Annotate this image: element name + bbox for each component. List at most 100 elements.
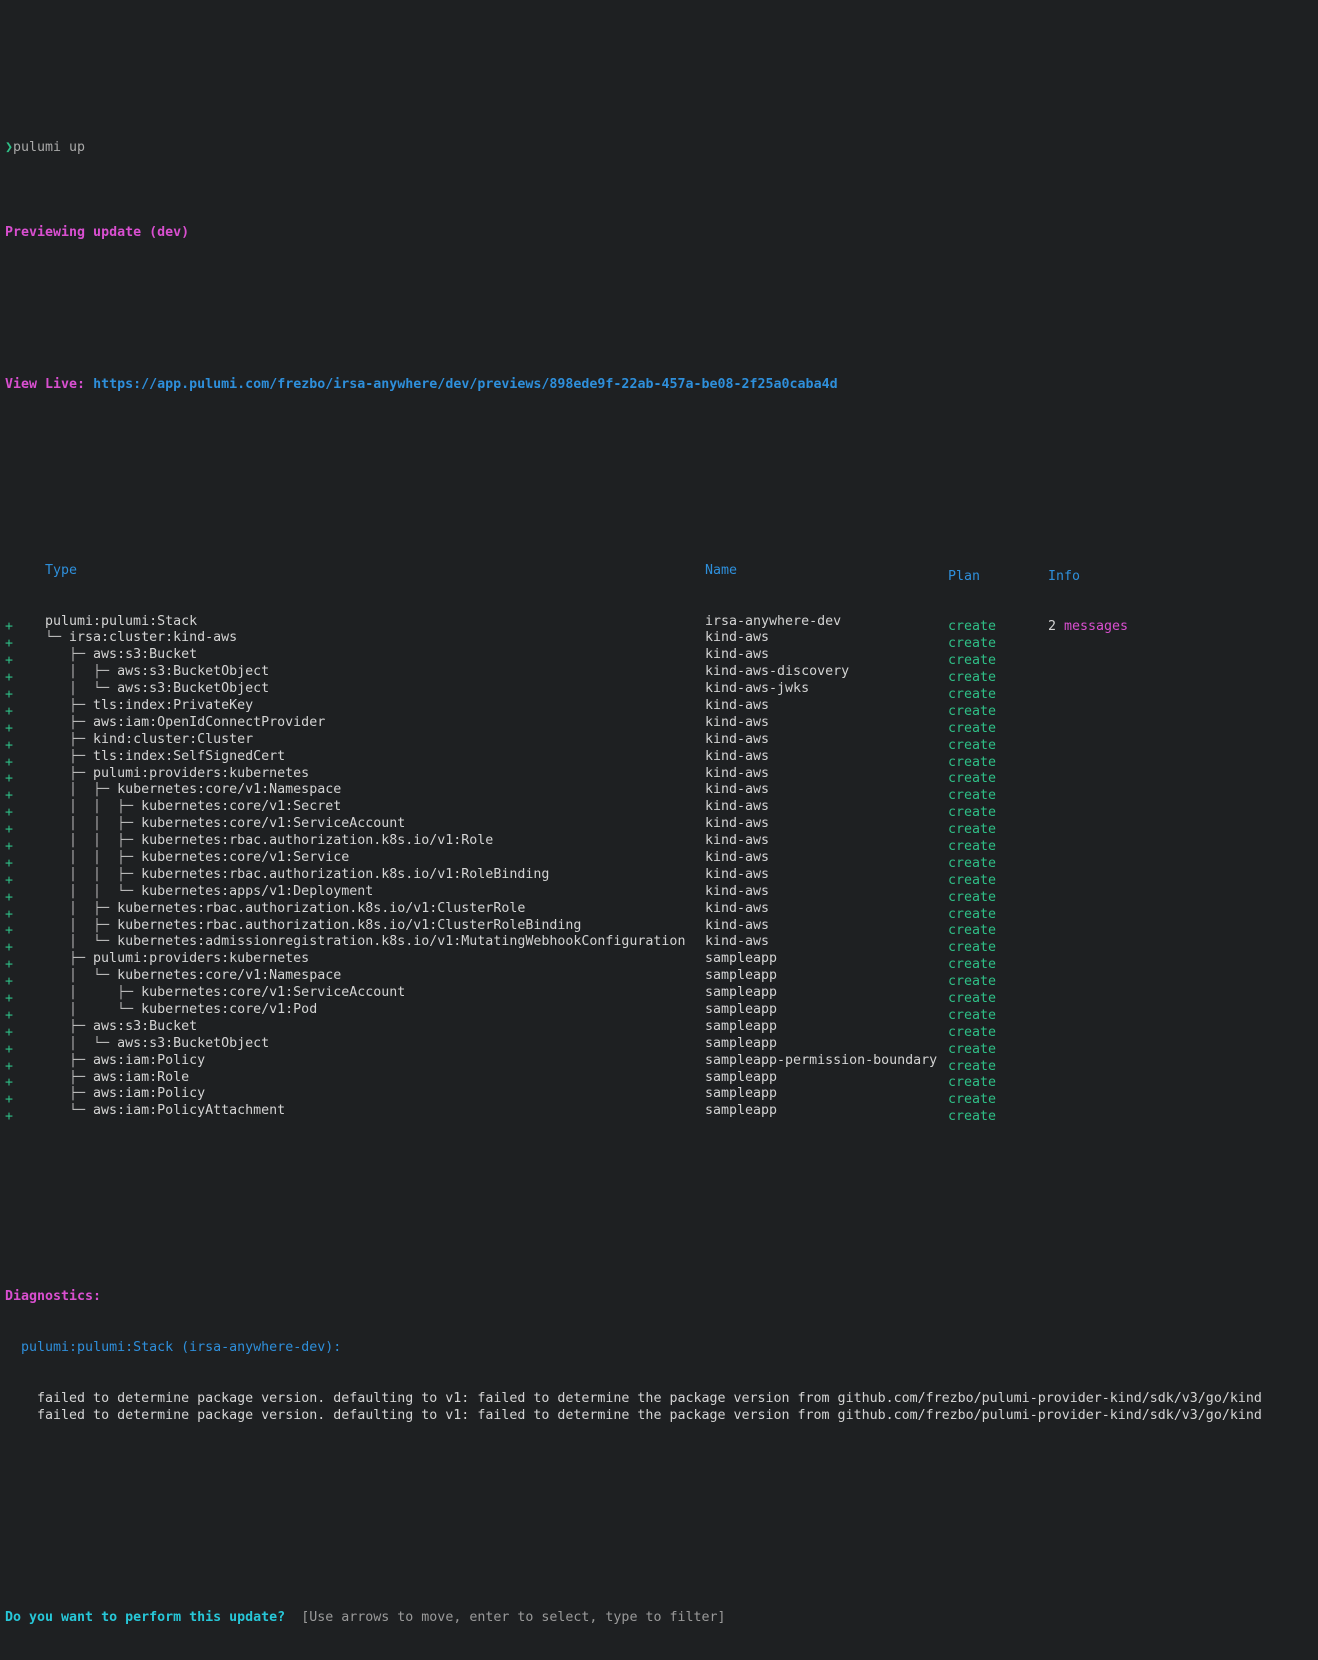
row-type-label: aws:iam:OpenIdConnectProvider [93,714,326,730]
update-confirm-question: Do you want to perform this update? [Use… [0,1610,1318,1627]
row-tree-connector: ├─ [45,748,94,764]
table-row: + ├─ aws:iam:Policy sampleapp-permission-… [0,1053,1318,1074]
row-name-cell: sampleapp [705,951,778,967]
row-type-label: kubernetes:admissionregistration.k8s.io/… [117,934,686,950]
row-name-cell: kind-aws [705,799,770,815]
row-tree-connector: │ │ └─ [45,883,142,899]
row-type-label: kubernetes:rbac.authorization.k8s.io/v1:… [141,833,494,849]
row-info-cell: 2 messages [1048,619,1128,636]
row-type-cell: │ └─ aws:s3:BucketObject [45,681,705,698]
table-row: + │ ├─ kubernetes:core/v1:ServiceAccount… [0,985,1318,1006]
table-row: + pulumi:pulumi:Stack irsa-anywhere-dev cre… [0,613,1318,635]
table-row: + │ ├─ kubernetes:core/v1:Namespace kind-… [0,782,1318,803]
row-name-cell: sampleapp [705,985,778,1001]
row-type-label: kind:cluster:Cluster [93,731,254,747]
row-name-cell: kind-aws [705,900,770,916]
table-row: + │ ├─ kubernetes:rbac.authorization.k8s… [0,900,1318,922]
row-type-label: tls:index:SelfSignedCert [93,748,286,764]
table-row: + ├─ tls:index:SelfSignedCert kind-aws cre… [0,749,1318,770]
row-name-cell: irsa-anywhere-dev [705,613,842,629]
row-tree-connector: │ ├─ [45,985,142,1001]
row-type-label: aws:iam:PolicyAttachment [93,1103,286,1119]
row-type-label: kubernetes:core/v1:Service [141,850,350,865]
row-type-label: aws:s3:Bucket [93,1018,198,1034]
row-type-label: aws:iam:Policy [93,1052,206,1068]
row-tree-connector: ├─ [45,1086,94,1102]
column-header-plan: Plan [948,568,981,584]
row-info-count: 2 [1048,619,1065,635]
row-tree-connector: │ ├─ [45,917,118,933]
row-tree-connector: │ └─ [45,968,118,984]
table-row: + │ │ ├─ kubernetes:rbac.authorization.k… [0,833,1318,854]
row-tree-connector: │ └─ [45,1002,142,1018]
row-type-label: kubernetes:core/v1:ServiceAccount [141,816,406,832]
row-type-cell: ├─ kind:cluster:Cluster [45,732,705,749]
row-tree-connector: └─ [45,1103,94,1119]
row-type-cell: │ │ ├─ kubernetes:rbac.authorization.k8s… [45,867,705,884]
row-name-cell: kind-aws-jwks [705,681,810,697]
row-type-cell: ├─ pulumi:providers:kubernetes [45,766,705,783]
row-name-cell: sampleapp [705,968,778,984]
table-row: + │ ├─ kubernetes:rbac.authorization.k8s… [0,917,1318,939]
row-type-cell: │ └─ kubernetes:core/v1:Namespace [45,968,705,985]
row-type-cell: ├─ aws:s3:Bucket [45,647,705,664]
row-type-cell: ├─ aws:iam:Policy [45,1053,705,1070]
row-type-label: aws:s3:BucketObject [117,664,270,680]
shell-command-text: pulumi up [13,140,86,156]
row-type-cell: │ ├─ aws:s3:BucketObject [45,664,705,681]
table-row: + │ └─ kubernetes:core/v1:Namespace sampl… [0,968,1318,989]
row-type-label: kubernetes:rbac.authorization.k8s.io/v1:… [117,917,582,933]
table-row: + ├─ kind:cluster:Cluster kind-aws create [0,731,1318,753]
prompt-arrow-icon: ❯ [5,140,14,156]
table-row: + ├─ aws:s3:Bucket sampleapp create [0,1018,1318,1040]
row-name-cell: kind-aws [705,731,770,747]
row-operation-icon: + [5,1109,14,1125]
row-type-cell: pulumi:pulumi:Stack [45,614,705,631]
table-row: + │ └─ kubernetes:admissionregistration.… [0,934,1318,955]
row-type-cell: │ │ ├─ kubernetes:core/v1:Service [45,850,705,867]
diagnostics-message: failed to determine package version. def… [5,1407,1262,1423]
row-plan-cell: create [948,1109,997,1125]
diagnostics-message-list: failed to determine package version. def… [0,1391,1318,1425]
row-tree-connector: │ ├─ [45,900,118,916]
row-type-cell: │ ├─ kubernetes:core/v1:Namespace [45,782,705,799]
column-header-info: Info [1048,568,1081,584]
row-type-cell: │ │ ├─ kubernetes:core/v1:ServiceAccount [45,816,705,833]
row-type-label: kubernetes:rbac.authorization.k8s.io/v1:… [141,866,550,882]
terminal-window: irsa-anywhere on main ? [!] in kubectl v… [0,0,1318,1660]
row-tree-connector: ├─ [45,1052,94,1068]
row-type-cell: │ │ ├─ kubernetes:rbac.authorization.k8s… [45,833,705,850]
row-type-label: kubernetes:apps/v1:Deployment [141,883,374,899]
table-row: + │ ├─ aws:s3:BucketObject kind-aws-disco… [0,664,1318,685]
row-tree-connector: ├─ [45,697,94,713]
row-type-cell: │ └─ kubernetes:core/v1:Pod [45,1002,705,1019]
row-name-cell: kind-aws [705,647,770,663]
row-type-cell: │ ├─ kubernetes:core/v1:ServiceAccount [45,985,705,1002]
table-row: + └─ aws:iam:PolicyAttachment sampleapp cr… [0,1103,1318,1124]
view-live-label: View Live: [5,376,86,392]
row-type-cell: ├─ aws:iam:Role [45,1070,705,1087]
row-type-cell: ├─ tls:index:SelfSignedCert [45,749,705,766]
row-type-label: kubernetes:core/v1:Pod [141,1002,318,1018]
row-type-label: pulumi:providers:kubernetes [93,765,310,781]
row-info-label: messages [1064,619,1129,635]
row-name-cell: kind-aws [705,816,770,832]
table-row: + │ └─ aws:s3:BucketObject kind-aws-jwks c… [0,681,1318,702]
row-type-label: kubernetes:core/v1:Namespace [117,968,342,984]
row-type-label: aws:s3:BucketObject [117,681,270,697]
diagnostics-resource-text: pulumi:pulumi:Stack (irsa-anywhere-dev): [21,1340,342,1355]
table-row: + ├─ aws:s3:Bucket kind-aws create [0,647,1318,668]
row-name-cell: kind-aws [705,714,770,730]
row-tree-connector: ├─ [45,714,94,730]
row-name-cell: kind-aws [705,883,770,899]
row-type-label: aws:s3:BucketObject [117,1035,270,1051]
row-tree-connector: │ │ ├─ [45,833,142,849]
row-type-label: tls:index:PrivateKey [93,697,254,713]
row-type-cell: │ │ └─ kubernetes:apps/v1:Deployment [45,884,705,901]
table-row: + │ │ ├─ kubernetes:rbac.authorization.k… [0,867,1318,888]
view-live-url[interactable]: https://app.pulumi.com/frezbo/irsa-anywh… [93,377,838,392]
